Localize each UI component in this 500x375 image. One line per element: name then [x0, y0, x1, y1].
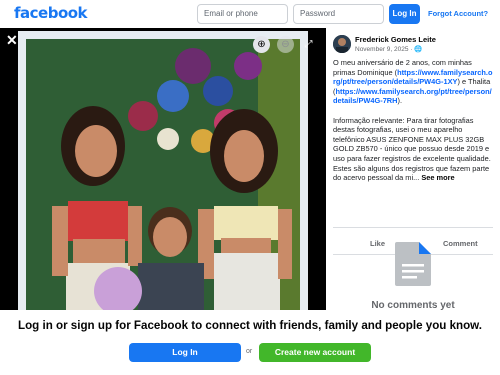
post-text: O meu aniversário de 2 anos, com minhas …: [333, 58, 495, 192]
zoom-out-icon[interactable]: ⊖: [277, 36, 294, 53]
like-button[interactable]: Like: [370, 239, 385, 248]
avatar-image: [333, 35, 351, 53]
banner-text: Log in or sign up for Facebook to connec…: [18, 319, 482, 332]
divider: [333, 227, 493, 228]
photo-viewer: ✕ ⊕ ⊖ ⤢: [0, 28, 326, 310]
comment-button[interactable]: Comment: [443, 239, 478, 248]
top-bar: facebook Email or phone Password Log In …: [0, 0, 500, 28]
zoom-in-icon[interactable]: ⊕: [253, 36, 270, 53]
photo-border: [18, 31, 308, 310]
close-icon[interactable]: ✕: [6, 32, 18, 49]
login-banner: Log in or sign up for Facebook to connec…: [0, 310, 500, 375]
email-field[interactable]: Email or phone: [197, 4, 288, 24]
forgot-account-link[interactable]: Forgot Account?: [428, 9, 488, 18]
post-author[interactable]: Frederick Gomes Leite: [355, 35, 436, 44]
fullscreen-icon[interactable]: ⤢: [300, 36, 317, 53]
password-field[interactable]: Password: [293, 4, 384, 24]
post-text-part-4: Informação relevante: Para tirar fotogra…: [333, 115, 491, 183]
post-paragraph-1: O meu aniversário de 2 anos, com minhas …: [333, 58, 495, 106]
post-date-text: November 9, 2025 ·: [355, 46, 415, 53]
login-button[interactable]: Log In: [389, 4, 420, 24]
see-more-link[interactable]: See more: [421, 173, 454, 182]
post-photo: [18, 31, 308, 310]
post-paragraph-2: Informação relevante: Para tirar fotogra…: [333, 116, 495, 183]
avatar[interactable]: [333, 35, 351, 53]
post-text-part-3: ).: [397, 96, 402, 106]
banner-login-button[interactable]: Log In: [129, 343, 241, 362]
or-label: or: [246, 348, 253, 355]
post-date[interactable]: November 9, 2025 · 🌐: [355, 45, 422, 53]
post-panel: Frederick Gomes Leite November 9, 2025 ·…: [326, 28, 500, 311]
familysearch-link-2[interactable]: https://www.familysearch.org/pt/tree/per…: [333, 87, 492, 106]
document-icon: [395, 242, 431, 286]
globe-icon: 🌐: [414, 46, 423, 53]
create-account-button[interactable]: Create new account: [259, 343, 371, 362]
facebook-logo[interactable]: facebook: [14, 4, 88, 22]
